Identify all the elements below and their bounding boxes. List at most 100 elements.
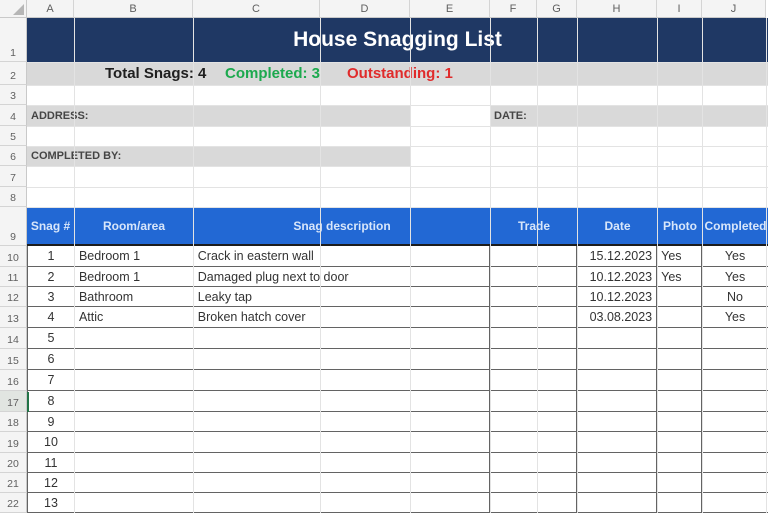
cell-room[interactable] xyxy=(75,473,194,492)
row-header-15[interactable]: 15 xyxy=(0,349,27,370)
cell-photo[interactable] xyxy=(657,493,703,512)
column-header-a[interactable]: A xyxy=(27,0,74,18)
cell-trade[interactable] xyxy=(490,328,578,348)
cell-snag[interactable]: 12 xyxy=(28,473,75,492)
cell-snag[interactable]: 2 xyxy=(28,267,75,286)
cell-snag[interactable]: 11 xyxy=(28,453,75,472)
cell-completed[interactable] xyxy=(702,370,768,390)
cell-trade[interactable] xyxy=(490,473,578,492)
row-header-5[interactable]: 5 xyxy=(0,126,27,146)
cell-room[interactable] xyxy=(75,453,194,472)
cell-date[interactable] xyxy=(577,328,658,348)
row-header-4[interactable]: 4 xyxy=(0,105,27,126)
table-header-photo[interactable]: Photo xyxy=(657,207,702,244)
cell-trade[interactable] xyxy=(490,370,578,390)
cell-trade[interactable] xyxy=(490,453,578,472)
row-header-11[interactable]: 11 xyxy=(0,267,27,287)
cell-desc[interactable] xyxy=(194,473,491,492)
cell-trade[interactable] xyxy=(490,287,578,306)
cell-room[interactable] xyxy=(75,493,194,512)
column-header-i[interactable]: I xyxy=(657,0,702,18)
cell-snag[interactable]: 1 xyxy=(28,246,75,266)
cell-room[interactable]: Bathroom xyxy=(75,287,194,306)
cell-date[interactable] xyxy=(577,432,658,452)
cell-room[interactable] xyxy=(75,412,194,431)
row-header-1[interactable]: 1 xyxy=(0,18,27,62)
cell-photo[interactable]: Yes xyxy=(657,246,703,266)
column-header-d[interactable]: D xyxy=(320,0,410,18)
cell-trade[interactable] xyxy=(490,267,578,286)
row-header-9[interactable]: 9 xyxy=(0,207,27,246)
cell-photo[interactable] xyxy=(657,349,703,369)
cell-desc[interactable] xyxy=(194,370,491,390)
cell-photo[interactable] xyxy=(657,307,703,327)
cell-date[interactable] xyxy=(577,493,658,512)
row-header-21[interactable]: 21 xyxy=(0,473,27,493)
cell-completed[interactable] xyxy=(702,453,768,472)
cell-photo[interactable] xyxy=(657,432,703,452)
cell-completed[interactable] xyxy=(702,391,768,411)
row-header-8[interactable]: 8 xyxy=(0,187,27,207)
cell-completed[interactable]: No xyxy=(702,287,768,306)
cell-completed[interactable] xyxy=(702,349,768,369)
table-header-date[interactable]: Date xyxy=(577,207,657,244)
cell-desc[interactable] xyxy=(194,349,491,369)
table-header-completed[interactable]: Completed xyxy=(702,207,768,244)
row-header-10[interactable]: 10 xyxy=(0,246,27,267)
cell-date[interactable]: 15.12.2023 xyxy=(577,246,658,266)
cell-room[interactable]: Bedroom 1 xyxy=(75,246,194,266)
column-header-c[interactable]: C xyxy=(193,0,320,18)
address-field[interactable]: ADDRESS: xyxy=(27,105,410,126)
row-header-22[interactable]: 22 xyxy=(0,493,27,513)
cell-completed[interactable]: Yes xyxy=(702,307,768,327)
row-header-20[interactable]: 20 xyxy=(0,453,27,473)
column-header-b[interactable]: B xyxy=(74,0,193,18)
cell-room[interactable] xyxy=(75,432,194,452)
cell-date[interactable]: 10.12.2023 xyxy=(577,267,658,286)
cell-desc[interactable] xyxy=(194,412,491,431)
table-header-room[interactable]: Room/area xyxy=(74,207,193,244)
column-header-g[interactable]: G xyxy=(537,0,577,18)
cell-desc[interactable]: Leaky tap xyxy=(194,287,491,306)
cell-desc[interactable] xyxy=(194,493,491,512)
table-header-snag[interactable]: Snag # xyxy=(27,207,74,244)
cell-date[interactable] xyxy=(577,412,658,431)
row-header-6[interactable]: 6 xyxy=(0,146,27,166)
cell-snag[interactable]: 3 xyxy=(28,287,75,306)
row-header-17[interactable]: 17 xyxy=(0,391,27,412)
cell-trade[interactable] xyxy=(490,412,578,431)
cell-desc[interactable]: Damaged plug next to door xyxy=(194,267,491,286)
cell-date[interactable] xyxy=(577,349,658,369)
cell-completed[interactable] xyxy=(702,493,768,512)
cell-snag[interactable]: 13 xyxy=(28,493,75,512)
row-header-14[interactable]: 14 xyxy=(0,328,27,349)
cell-photo[interactable] xyxy=(657,412,703,431)
cell-photo[interactable]: Yes xyxy=(657,267,703,286)
cell-desc[interactable] xyxy=(194,328,491,348)
cell-desc[interactable]: Broken hatch cover xyxy=(194,307,491,327)
column-header-e[interactable]: E xyxy=(410,0,490,18)
row-header-12[interactable]: 12 xyxy=(0,287,27,307)
row-header-7[interactable]: 7 xyxy=(0,166,27,187)
cell-desc[interactable] xyxy=(194,432,491,452)
cell-date[interactable] xyxy=(577,453,658,472)
cell-room[interactable] xyxy=(75,349,194,369)
column-header-h[interactable]: H xyxy=(577,0,657,18)
row-header-18[interactable]: 18 xyxy=(0,412,27,432)
cell-completed[interactable] xyxy=(702,473,768,492)
cell-completed[interactable]: Yes xyxy=(702,267,768,286)
cell-photo[interactable] xyxy=(657,391,703,411)
cell-snag[interactable]: 4 xyxy=(28,307,75,327)
row-header-3[interactable]: 3 xyxy=(0,85,27,105)
cell-snag[interactable]: 5 xyxy=(28,328,75,348)
cell-photo[interactable] xyxy=(657,287,703,306)
cell-snag[interactable]: 10 xyxy=(28,432,75,452)
cell-room[interactable] xyxy=(75,391,194,411)
cell-trade[interactable] xyxy=(490,493,578,512)
cell-photo[interactable] xyxy=(657,328,703,348)
cell-desc[interactable] xyxy=(194,453,491,472)
cell-completed[interactable] xyxy=(702,432,768,452)
cell-snag[interactable]: 7 xyxy=(28,370,75,390)
column-header-j[interactable]: J xyxy=(702,0,766,18)
cell-trade[interactable] xyxy=(490,307,578,327)
